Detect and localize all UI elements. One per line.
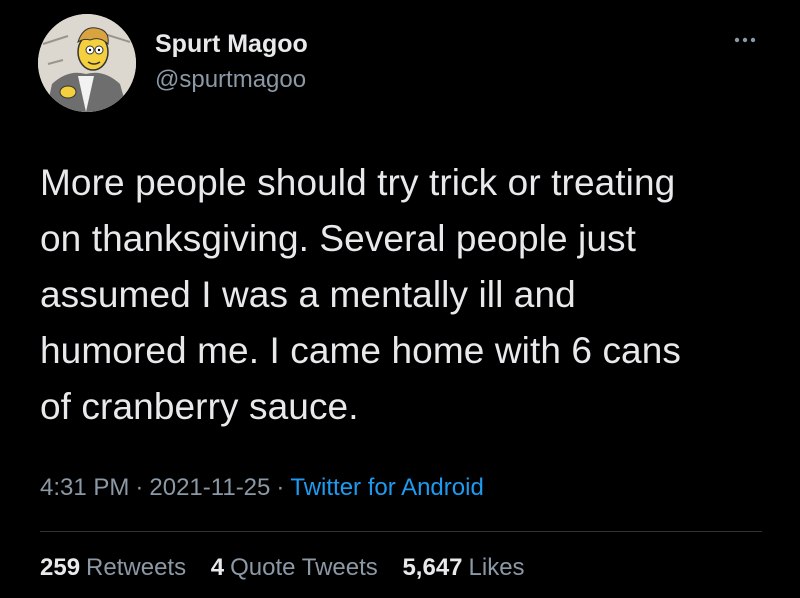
retweets-stat[interactable]: 259 Retweets <box>40 554 186 582</box>
more-options-icon[interactable] <box>728 30 762 50</box>
user-handle[interactable]: @spurtmagoo <box>155 66 306 94</box>
quote-tweets-stat[interactable]: 4 Quote Tweets <box>211 554 378 582</box>
tweet-detail: Spurt Magoo @spurtmagoo More people shou… <box>0 0 800 598</box>
likes-stat[interactable]: 5,647 Likes <box>402 554 524 582</box>
quotes-label: Quote Tweets <box>230 554 378 581</box>
cartoon-avatar-icon <box>38 14 136 112</box>
avatar[interactable] <box>38 14 136 112</box>
meta-separator: · <box>135 474 144 501</box>
tweet-meta: 4:31 PM · 2021-11-25 · Twitter for Android <box>40 474 484 502</box>
tweet-date[interactable]: 2021-11-25 <box>149 474 270 501</box>
meta-separator: · <box>276 474 285 501</box>
tweet-stats: 259 Retweets 4 Quote Tweets 5,647 Likes <box>40 554 543 582</box>
display-name[interactable]: Spurt Magoo <box>155 30 308 59</box>
retweets-count: 259 <box>40 554 81 581</box>
retweets-label: Retweets <box>86 554 187 581</box>
likes-count: 5,647 <box>402 554 463 581</box>
source-link[interactable]: Twitter for Android <box>290 474 483 501</box>
likes-label: Likes <box>468 554 525 581</box>
tweet-time[interactable]: 4:31 PM <box>40 474 129 501</box>
divider <box>40 531 762 532</box>
tweet-text: More people should try trick or treating… <box>40 162 682 427</box>
quotes-count: 4 <box>210 554 225 581</box>
